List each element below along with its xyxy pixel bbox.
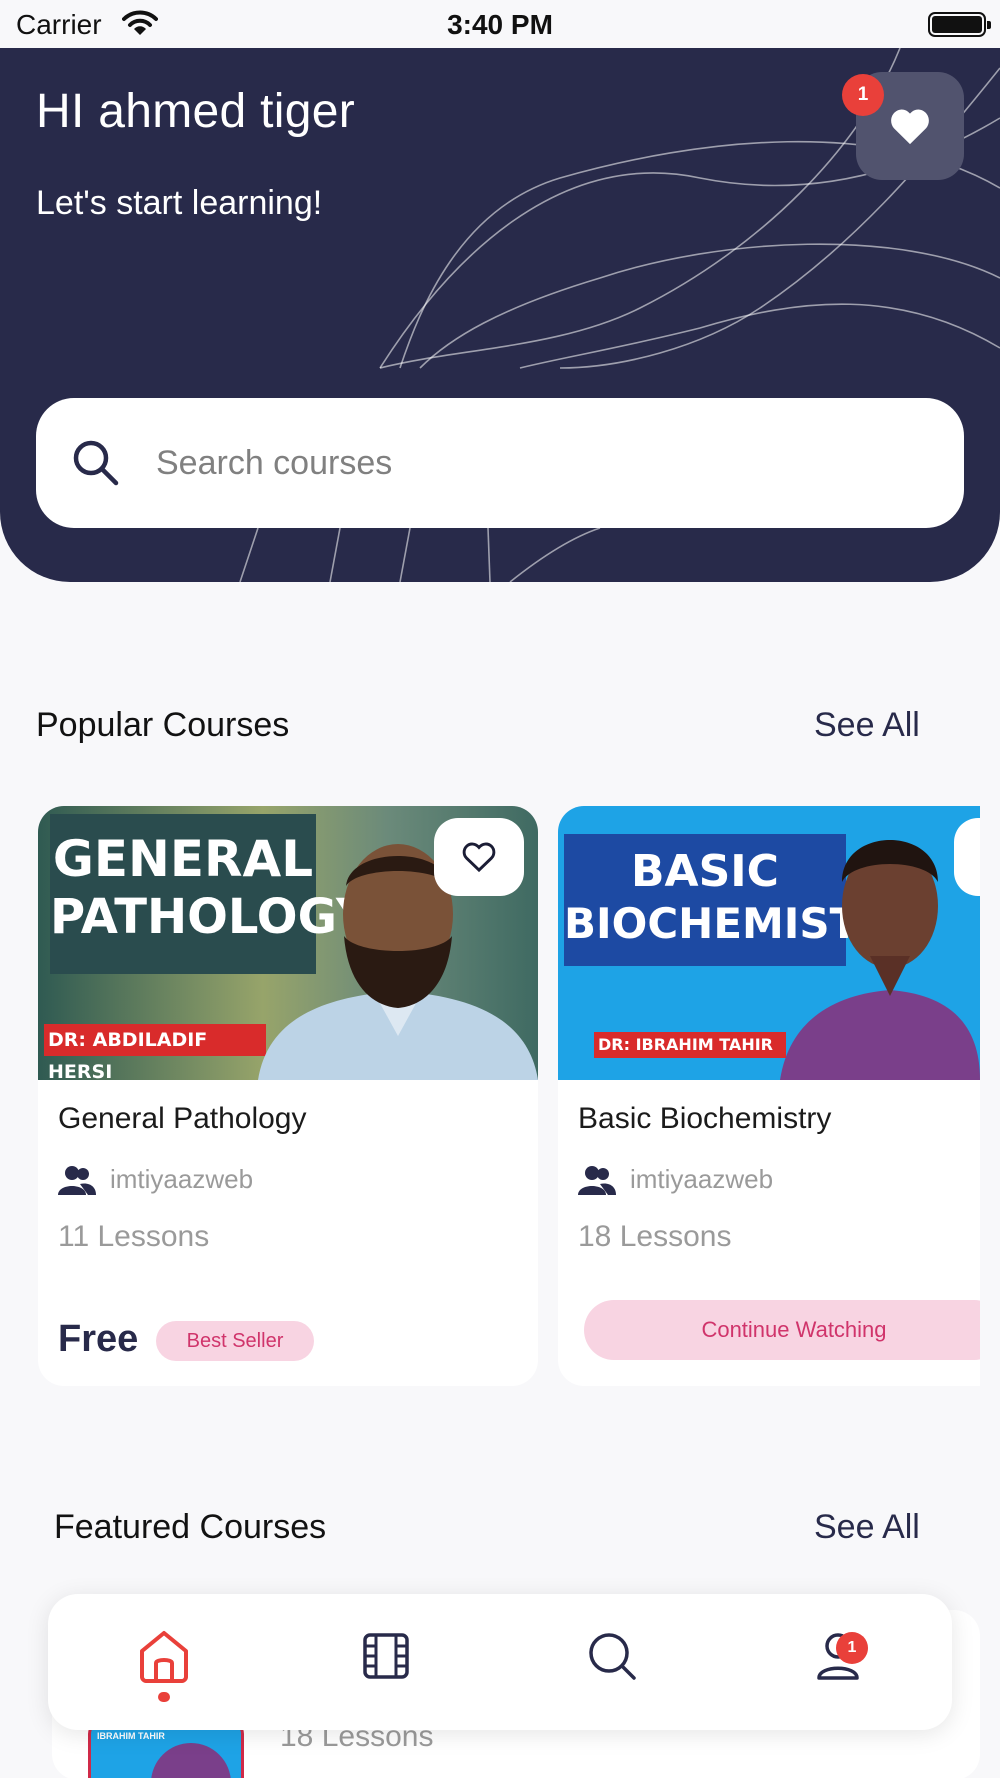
search-input[interactable] <box>156 443 916 483</box>
bottom-navigation: 1 <box>48 1594 952 1730</box>
favorites-badge: 1 <box>842 74 884 116</box>
continue-watching-button[interactable]: Continue Watching <box>584 1300 980 1360</box>
instructor-photo <box>780 840 980 1080</box>
author-icon <box>578 1165 616 1195</box>
course-author-name: imtiyaazweb <box>630 1164 774 1194</box>
film-icon <box>363 1633 409 1679</box>
course-price: Free <box>58 1318 139 1360</box>
thumb-doctor-label: DR: IBRAHIM TAHIR <box>594 1032 786 1058</box>
course-lessons: 18 Lessons <box>578 1220 732 1253</box>
nav-search[interactable] <box>582 1626 642 1686</box>
course-title: General Pathology <box>58 1102 307 1135</box>
nav-courses[interactable] <box>356 1626 416 1686</box>
course-title: Basic Biochemistry <box>578 1102 832 1135</box>
course-card[interactable]: GENERAL PATHOLOGY DR: ABDILADIF HERSI Ge… <box>38 806 538 1386</box>
status-bar: Carrier 3:40 PM <box>0 0 1000 48</box>
author-icon <box>58 1165 96 1195</box>
greeting-title: HI ahmed tiger <box>36 85 356 138</box>
popular-see-all-link[interactable]: See All <box>814 706 920 745</box>
popular-courses-title: Popular Courses <box>36 706 290 744</box>
course-favorite-button[interactable] <box>954 818 980 896</box>
course-thumbnail: BASIC BIOCHEMISTRY DR: IBRAHIM TAHIR <box>558 806 980 1080</box>
course-card[interactable]: BASIC BIOCHEMISTRY DR: IBRAHIM TAHIR Bas… <box>558 806 980 1386</box>
best-seller-badge: Best Seller <box>156 1321 314 1361</box>
course-lessons: 11 Lessons <box>58 1220 210 1253</box>
course-author-name: imtiyaazweb <box>110 1164 254 1194</box>
course-author: imtiyaazweb <box>578 1164 773 1195</box>
active-nav-indicator <box>158 1692 170 1702</box>
featured-courses-title: Featured Courses <box>54 1508 327 1546</box>
search-icon <box>73 440 119 486</box>
home-icon <box>140 1631 188 1683</box>
clock: 3:40 PM <box>447 9 553 40</box>
greeting-subtitle: Let's start learning! <box>36 184 323 222</box>
featured-thumb-doctor: IBRAHIM TAHIR <box>97 1731 165 1741</box>
course-thumbnail: GENERAL PATHOLOGY DR: ABDILADIF HERSI <box>38 806 538 1080</box>
profile-notification-badge: 1 <box>836 1632 868 1664</box>
heart-icon <box>891 109 929 145</box>
course-author: imtiyaazweb <box>58 1164 253 1195</box>
hero-header: HI ahmed tiger Let's start learning! 1 <box>0 48 1000 582</box>
course-favorite-button[interactable] <box>434 818 524 896</box>
search-bar[interactable] <box>36 398 964 528</box>
battery-icon <box>928 12 991 37</box>
thumb-doctor-label: DR: ABDILADIF HERSI <box>44 1024 266 1080</box>
search-icon <box>589 1633 636 1680</box>
featured-see-all-link[interactable]: See All <box>814 1508 920 1547</box>
nav-home[interactable] <box>134 1626 194 1686</box>
heart-outline-icon <box>462 842 496 873</box>
